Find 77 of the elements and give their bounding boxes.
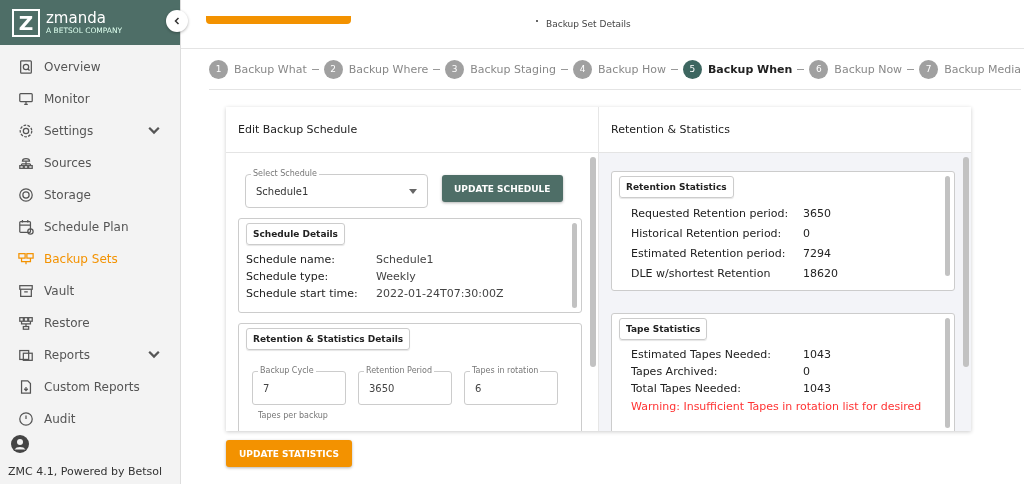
stat-value: 18620: [803, 266, 839, 282]
sidebar-item[interactable]: Audit: [0, 403, 180, 435]
dropdown-caret-icon: [409, 188, 417, 194]
step-label[interactable]: Backup Now: [834, 62, 903, 76]
update-schedule-button[interactable]: UPDATE SCHEDULE: [442, 175, 563, 202]
step-label[interactable]: Backup When: [707, 62, 793, 76]
monitor-icon: [18, 91, 34, 107]
stat-label: Estimated Retention period:: [631, 246, 787, 262]
sidebar-item[interactable]: Vault: [0, 275, 180, 307]
section-label: Schedule Details: [246, 223, 345, 245]
scrollbar[interactable]: [945, 318, 950, 428]
backup-icon: [18, 251, 34, 267]
step-number: 5: [682, 59, 702, 79]
calendar-icon: [18, 219, 34, 235]
chevron-left-icon: [173, 17, 181, 25]
section-label: Retention & Statistics Details: [246, 328, 411, 350]
stat-label: Total Tapes Needed:: [631, 381, 742, 397]
version-text: ZMC 4.1, Powered by Betsol: [8, 465, 164, 478]
step-number: 2: [323, 59, 343, 79]
page-title: Backup Set Details: [546, 19, 631, 29]
sidebar-item[interactable]: Sources: [0, 147, 180, 179]
detail-label: Schedule type:: [246, 269, 330, 285]
step-number: 3: [445, 59, 465, 79]
folders-icon: [18, 347, 34, 363]
detail-value: 2022-01-24T07:30:00Z: [376, 286, 505, 302]
step-number: 6: [809, 59, 829, 79]
stat-label: Estimated Tapes Needed:: [631, 347, 772, 363]
warning-text: Warning: Insufficient Tapes in rotation list for desired: [630, 399, 923, 415]
detail-value: Weekly: [376, 269, 417, 285]
scrollbar[interactable]: [963, 157, 969, 367]
sidebar-item[interactable]: Storage: [0, 179, 180, 211]
step-label[interactable]: Backup Where: [348, 62, 429, 76]
user-avatar-icon[interactable]: [11, 435, 29, 453]
logo-name: zmanda: [46, 10, 107, 26]
settings-icon: [18, 123, 34, 139]
network-icon: [18, 155, 34, 171]
sidebar-item[interactable]: Restore: [0, 307, 180, 339]
stat-value: 0: [803, 226, 811, 242]
sidebar-item[interactable]: Overview: [0, 51, 180, 83]
step-label[interactable]: Backup How: [598, 62, 666, 76]
stat-label: Tapes Archived:: [631, 364, 719, 380]
detail-label: Schedule name:: [246, 252, 336, 268]
logo-mark: Z: [12, 8, 40, 37]
stat-value: 1043: [803, 381, 832, 397]
section-label: Tape Statistics: [619, 318, 708, 340]
archive-box-icon: [18, 283, 34, 299]
document-icon: [18, 379, 34, 395]
sidebar-item[interactable]: Monitor: [0, 83, 180, 115]
stat-value: 1043: [803, 347, 832, 363]
scrollbar[interactable]: [945, 176, 950, 276]
stat-label: Historical Retention period:: [631, 226, 783, 242]
sidebar-item[interactable]: Settings: [0, 115, 180, 147]
sidebar-item[interactable]: Schedule Plan: [0, 211, 180, 243]
stat-value: 7294: [803, 246, 832, 262]
scrollbar[interactable]: [572, 223, 577, 308]
sidebar-item[interactable]: Custom Reports: [0, 371, 180, 403]
step-label[interactable]: Backup What: [234, 62, 307, 76]
step-number: 1: [209, 59, 228, 79]
step-label[interactable]: Backup Media: [944, 62, 1021, 76]
stat-value: 0: [803, 364, 811, 380]
field-label: Tapes per backup: [257, 410, 329, 420]
step-number: 4: [573, 59, 593, 79]
hierarchy-icon: [18, 315, 34, 331]
step-label[interactable]: Backup Staging: [470, 62, 557, 76]
search-document-icon: [18, 59, 34, 75]
stat-value: 3650: [803, 206, 832, 222]
collapse-button[interactable]: [166, 10, 188, 32]
panel-title: Edit Backup Schedule: [226, 107, 598, 153]
scrollbar[interactable]: [590, 157, 596, 367]
section-label: Retention Statistics: [619, 176, 734, 198]
stat-label: Requested Retention period:: [631, 206, 790, 222]
sidebar-item[interactable]: Reports: [0, 339, 180, 371]
detail-value: Schedule1: [376, 252, 435, 268]
step-number: 7: [919, 59, 939, 79]
stat-label: DLE w/shortest Retention: [631, 266, 772, 282]
detail-label: Schedule start time:: [246, 286, 359, 302]
disc-icon: [18, 187, 34, 203]
